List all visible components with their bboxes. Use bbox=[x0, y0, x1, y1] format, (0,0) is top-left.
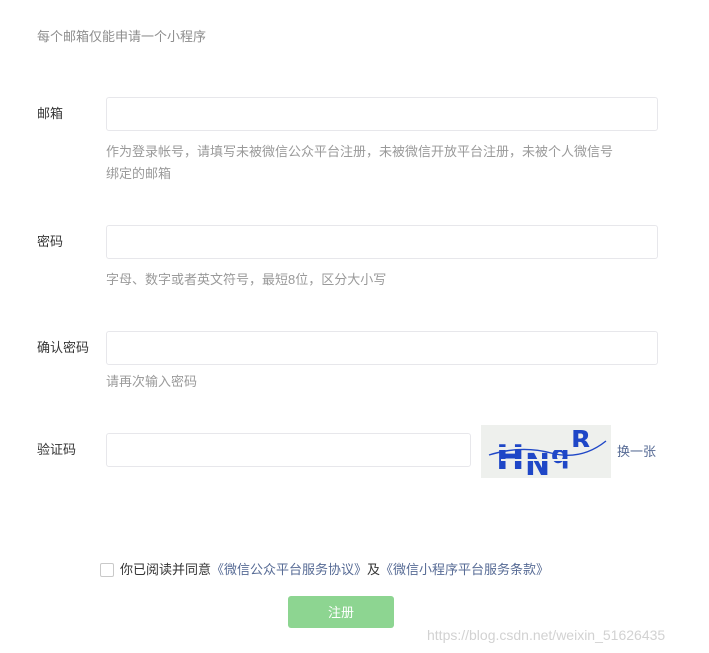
captcha-char-1: H bbox=[496, 438, 524, 478]
agreement-prefix: 你已阅读并同意 bbox=[120, 562, 212, 577]
email-tip: 作为登录帐号，请填写未被微信公众平台注册，未被微信开放平台注册，未被个人微信号 … bbox=[106, 141, 666, 185]
email-tip-line1: 作为登录帐号，请填写未被微信公众平台注册，未被微信开放平台注册，未被个人微信号 bbox=[106, 144, 614, 159]
captcha-field[interactable] bbox=[106, 433, 471, 467]
password-field[interactable] bbox=[106, 225, 658, 259]
password-tip: 字母、数字或者英文符号，最短8位，区分大小写 bbox=[106, 272, 387, 287]
captcha-image[interactable]: H N q R bbox=[481, 425, 611, 483]
agreement-connector: 及 bbox=[367, 562, 381, 577]
service-agreement-link[interactable]: 《微信公众平台服务协议》 bbox=[211, 560, 367, 580]
confirm-password-tip: 请再次输入密码 bbox=[106, 374, 198, 389]
confirm-password-field[interactable] bbox=[106, 331, 658, 365]
password-label: 密码 bbox=[37, 234, 64, 249]
watermark: https://blog.csdn.net/weixin_51626435 bbox=[427, 627, 666, 643]
confirm-password-label: 确认密码 bbox=[37, 340, 90, 355]
email-field[interactable] bbox=[106, 97, 658, 131]
agreement-checkbox[interactable] bbox=[100, 563, 114, 577]
captcha-label: 验证码 bbox=[37, 442, 77, 457]
email-label: 邮箱 bbox=[37, 106, 64, 121]
agreement-row: 你已阅读并同意 《微信公众平台服务协议》 及 《微信小程序平台服务条款》 bbox=[100, 560, 549, 580]
register-button[interactable]: 注册 bbox=[288, 596, 394, 628]
change-captcha-link[interactable]: 换一张 bbox=[617, 442, 656, 462]
mini-program-terms-link[interactable]: 《微信小程序平台服务条款》 bbox=[380, 560, 549, 580]
form-notice: 每个邮箱仅能申请一个小程序 bbox=[37, 29, 207, 44]
email-tip-line2: 绑定的邮箱 bbox=[106, 166, 172, 181]
